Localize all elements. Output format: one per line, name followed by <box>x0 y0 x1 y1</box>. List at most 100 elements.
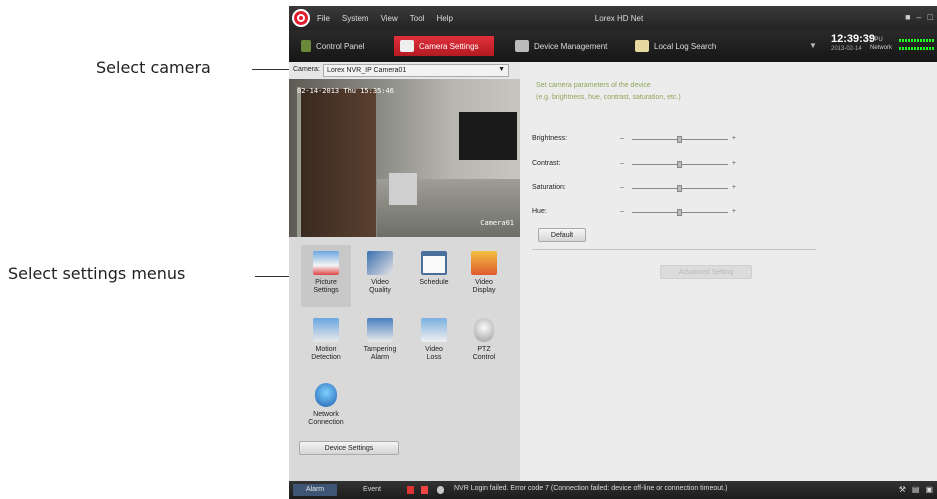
tab-device-management[interactable]: Device Management <box>509 36 613 56</box>
minimize-icon[interactable]: – <box>917 12 922 22</box>
menu-help[interactable]: Help <box>436 14 452 23</box>
lock-icon[interactable]: ■ <box>905 12 910 22</box>
saturation-label: Saturation: <box>532 184 566 191</box>
video-camera-name: Camera01 <box>480 219 514 227</box>
slider-thumb[interactable] <box>677 161 682 168</box>
menu-picture-settings[interactable]: Picture Settings <box>301 245 351 307</box>
brightness-label: Brightness: <box>532 135 568 142</box>
menu-label: Control <box>472 354 496 361</box>
panel-description: Set camera parameters of the device (e.g… <box>536 80 681 104</box>
menu-label: PTZ <box>477 346 491 353</box>
menu-label: Display <box>472 287 496 294</box>
hue-slider[interactable]: – + <box>620 207 736 217</box>
picture-icon <box>313 251 339 275</box>
menu-motion-detection[interactable]: Motion Detection <box>301 312 351 374</box>
screenshot-root: Select camera Select settings menus File… <box>0 0 937 499</box>
tab-camera-settings[interactable]: Camera Settings <box>394 36 494 56</box>
motion-icon <box>313 318 339 342</box>
tab-local-log-search[interactable]: Local Log Search <box>629 36 722 56</box>
log-search-icon <box>635 40 649 52</box>
left-panel: Camera: Lorex NVR_IP Camera01 ▼ 02-14-20… <box>289 62 520 481</box>
video-preview[interactable]: 02-14-2013 Thu 15:35:46 Camera01 <box>289 79 520 237</box>
lorex-logo-icon <box>292 9 310 27</box>
camera-settings-icon <box>400 40 414 52</box>
camera-select-value: Lorex NVR_IP Camera01 <box>327 67 407 74</box>
device-settings-button[interactable]: Device Settings <box>299 441 399 455</box>
menu-ptz-control[interactable]: PTZ Control <box>459 312 509 374</box>
default-button[interactable]: Default <box>538 228 586 242</box>
cpu-meter <box>899 39 935 42</box>
tab-alarm[interactable]: Alarm <box>293 484 337 496</box>
status-bar: Alarm Event NVR Login failed. Error code… <box>289 481 937 499</box>
menu-label: Video <box>475 279 493 286</box>
slider-thumb[interactable] <box>677 209 682 216</box>
picture-settings-panel: Set camera parameters of the device (e.g… <box>520 62 937 481</box>
menu-video-display[interactable]: Video Display <box>459 245 509 307</box>
slider-thumb[interactable] <box>677 136 682 143</box>
device-management-icon <box>515 40 529 52</box>
callout-select-camera: Select camera <box>96 58 211 77</box>
menu-label: Settings <box>313 287 339 294</box>
menu-label: Loss <box>426 354 442 361</box>
saturation-slider[interactable]: – + <box>620 183 736 193</box>
video-loss-icon <box>421 318 447 342</box>
window-title: Lorex HD Net <box>594 14 644 23</box>
hue-label: Hue: <box>532 208 547 215</box>
menu-file[interactable]: File <box>317 14 330 23</box>
clock-date: 2013-02-14 <box>831 46 862 52</box>
alarm-icon[interactable] <box>407 486 414 494</box>
tab-dropdown-icon[interactable]: ▼ <box>809 41 817 50</box>
video-printer <box>389 173 417 205</box>
menu-label: Detection <box>311 354 341 361</box>
status-bar-controls: ⚒ ▤ ▣ <box>899 485 933 494</box>
camera-label: Camera: <box>293 66 320 73</box>
description-line: Set camera parameters of the device <box>536 82 651 89</box>
camera-selector-row: Camera: Lorex NVR_IP Camera01 ▼ <box>289 62 520 79</box>
camera-select[interactable]: Lorex NVR_IP Camera01 ▼ <box>323 64 509 77</box>
contrast-label: Contrast: <box>532 160 561 167</box>
tab-event[interactable]: Event <box>349 484 395 496</box>
menu-video-quality[interactable]: Video Quality <box>355 245 405 307</box>
slider-thumb[interactable] <box>677 185 682 192</box>
menu-label: Video <box>371 279 389 286</box>
tools-icon[interactable]: ⚒ <box>899 485 906 494</box>
contrast-slider[interactable]: – + <box>620 159 736 169</box>
menu-schedule[interactable]: Schedule <box>409 245 459 307</box>
network-label: Network <box>870 45 893 51</box>
video-monitor <box>459 112 517 160</box>
menu-label: Alarm <box>370 354 390 361</box>
advanced-setting-button[interactable]: Advanced Setting <box>660 265 752 279</box>
chevron-down-icon: ▼ <box>498 66 505 73</box>
menu-system[interactable]: System <box>342 14 369 23</box>
menu-network-connection[interactable]: Network Connection <box>301 377 351 439</box>
menu-tampering-alarm[interactable]: Tampering Alarm <box>355 312 405 374</box>
window-controls: ■ – □ <box>905 12 933 22</box>
menu-tool[interactable]: Tool <box>410 14 425 23</box>
fullscreen-icon[interactable]: ▣ <box>925 485 933 494</box>
cpu-label: CPU <box>870 37 883 43</box>
menu-view[interactable]: View <box>381 14 398 23</box>
control-panel-icon <box>301 40 311 52</box>
tab-label: Control Panel <box>316 41 365 51</box>
video-door <box>301 89 376 237</box>
tab-label: Local Log Search <box>654 41 717 51</box>
menu-label: Connection <box>308 419 344 426</box>
maximize-icon[interactable]: □ <box>928 12 933 22</box>
record-icon[interactable] <box>421 486 428 494</box>
main-tab-bar: Control Panel Camera Settings Device Man… <box>289 30 937 62</box>
brightness-slider[interactable]: – + <box>620 134 736 144</box>
app-window: File System View Tool Help Lorex HD Net … <box>289 6 937 499</box>
tampering-icon <box>367 318 393 342</box>
schedule-icon <box>421 251 447 275</box>
layout-icon[interactable]: ▤ <box>912 485 920 494</box>
menu-video-loss[interactable]: Video Loss <box>409 312 459 374</box>
callout-select-settings: Select settings menus <box>8 264 186 283</box>
tab-label: Camera Settings <box>419 41 479 51</box>
menu-label: Motion <box>315 346 337 353</box>
resource-meters: CPU Network <box>870 36 892 52</box>
menu-label: Video <box>425 346 443 353</box>
warning-icon <box>437 486 444 494</box>
network-icon <box>315 383 337 407</box>
tab-control-panel[interactable]: Control Panel <box>295 36 370 56</box>
menu-label: Network <box>313 411 339 418</box>
